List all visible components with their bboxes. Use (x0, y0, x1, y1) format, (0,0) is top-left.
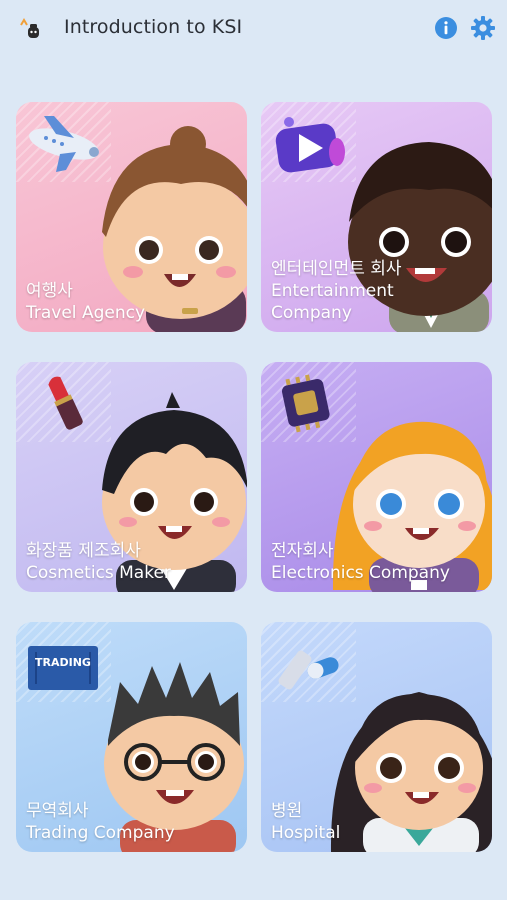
card-label-english: Hospital (271, 823, 341, 843)
card-label: 무역회사 Trading Company (26, 800, 175, 844)
card-label-english-line2: Company (271, 303, 352, 323)
card-trading-company[interactable]: TRADING 무역회사 Trading Company (16, 622, 247, 852)
card-label: 여행사 Travel Agency (26, 280, 145, 324)
medicine-icon (278, 650, 339, 690)
container-label: TRADING (35, 656, 91, 669)
card-hospital[interactable]: 병원 Hospital (261, 622, 492, 852)
card-label-english: Travel Agency (26, 303, 145, 323)
ksi-logo-icon (20, 18, 39, 38)
video-play-icon (275, 117, 345, 173)
card-electronics-company[interactable]: 전자회사 Electronics Company (261, 362, 492, 592)
app-header: Introduction to KSI (0, 0, 507, 62)
card-label: 화장품 제조회사 Cosmetics Maker (26, 540, 171, 584)
info-icon[interactable] (434, 16, 458, 40)
card-label-korean: 무역회사 (26, 801, 89, 821)
page-title: Introduction to KSI (64, 16, 243, 38)
card-label-english: Trading Company (26, 823, 175, 843)
card-label-korean: 병원 (271, 801, 303, 821)
card-label-korean: 전자회사 (271, 541, 334, 561)
airplane-icon (29, 116, 99, 172)
card-label-korean: 여행사 (26, 281, 73, 301)
card-label: 병원 Hospital (271, 800, 340, 844)
gear-icon[interactable] (470, 15, 496, 41)
card-cosmetics-maker[interactable]: 화장품 제조회사 Cosmetics Maker (16, 362, 247, 592)
card-label: 엔터테인먼트 회사 Entertainment Company (271, 258, 402, 324)
card-label: 전자회사 Electronics Company (271, 540, 450, 584)
shipping-container-icon: TRADING (28, 646, 98, 690)
card-label-korean: 화장품 제조회사 (26, 541, 141, 561)
card-label-english: Cosmetics Maker (26, 563, 171, 583)
lipstick-icon (48, 376, 83, 430)
card-label-english: Electronics Company (271, 563, 450, 583)
character-doctor (330, 692, 492, 852)
microchip-icon (281, 374, 330, 433)
card-label-english: Entertainment (271, 281, 394, 301)
card-entertainment-company[interactable]: 엔터테인먼트 회사 Entertainment Company (261, 102, 492, 332)
card-label-korean: 엔터테인먼트 회사 (271, 259, 402, 279)
card-travel-agency[interactable]: 여행사 Travel Agency (16, 102, 247, 332)
